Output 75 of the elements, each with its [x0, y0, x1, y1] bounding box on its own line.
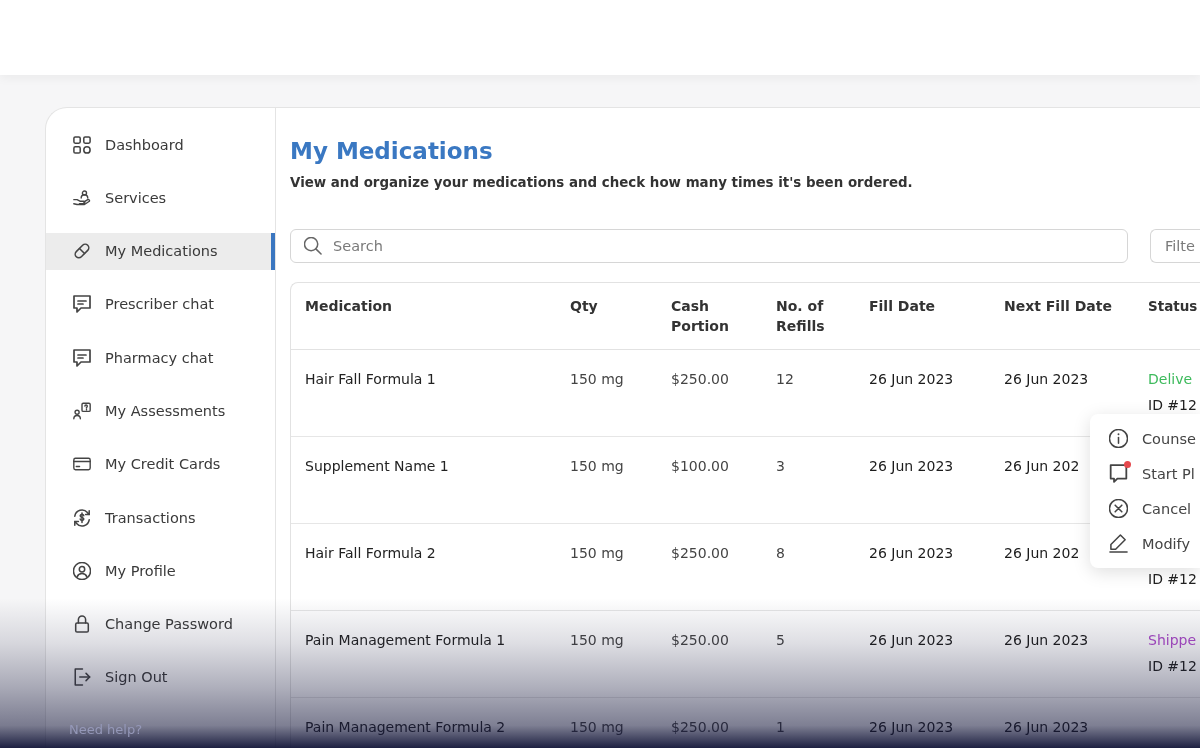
sidebar-item[interactable]: My Profile: [46, 552, 275, 590]
table-cell: Pain Management Formula 2: [305, 719, 506, 735]
table-cell: 26 Jun 2023: [869, 719, 954, 735]
table-cell: 150 mg: [570, 371, 624, 387]
pencil-icon: [1109, 534, 1128, 553]
column-header: Status: [1148, 298, 1198, 314]
table-cell: 26 Jun 2023: [869, 458, 954, 474]
status-label: Delive: [1148, 370, 1193, 389]
sidebar-item[interactable]: Dashboard: [46, 126, 275, 163]
hand-icon: [73, 188, 91, 207]
column-header: Qty: [570, 298, 598, 314]
table-cell: 8: [776, 545, 785, 561]
sidebar-item[interactable]: My Credit Cards: [46, 445, 275, 483]
menu-item[interactable]: Counse: [1090, 421, 1200, 456]
sidebar-item[interactable]: Services: [46, 179, 275, 217]
column-header: Fill Date: [869, 298, 936, 314]
table-cell: $250.00: [671, 545, 729, 561]
table-cell: 26 Jun 2023: [1004, 632, 1089, 648]
lock-icon: [73, 615, 91, 634]
table-cell: $250.00: [671, 632, 729, 648]
order-id: ID #12: [1148, 570, 1197, 588]
dollar-exchange-icon: [73, 508, 91, 527]
menu-item[interactable]: Modify: [1090, 526, 1200, 561]
order-id: ID #12: [1148, 657, 1197, 675]
chat-icon: [1109, 464, 1128, 483]
table-cell: 26 Jun 2023: [869, 545, 954, 561]
table-cell: 26 Jun 202: [1004, 458, 1080, 474]
table-cell: Supplement Name 1: [305, 458, 449, 474]
sidebar-item[interactable]: My Assessments: [46, 392, 275, 430]
table-cell: 26 Jun 2023: [1004, 719, 1089, 735]
table-cell: 26 Jun 2023: [869, 371, 954, 387]
status-label: Shippe: [1148, 631, 1197, 650]
sidebar-item[interactable]: Transactions: [46, 499, 275, 537]
menu-item[interactable]: Start Pl: [1090, 456, 1200, 491]
table-cell: 26 Jun 202: [1004, 545, 1080, 561]
filter-field[interactable]: Filte: [1150, 229, 1200, 263]
table-cell: 150 mg: [570, 719, 624, 735]
user-icon: [73, 561, 91, 580]
column-header: Next Fill Date: [1004, 298, 1112, 314]
chat-icon: [73, 348, 91, 367]
column-header: Medication: [305, 298, 393, 314]
info-icon: [1109, 429, 1128, 448]
person-question-icon: [73, 402, 91, 420]
sidebar-item[interactable]: My Medications: [46, 232, 275, 270]
table-cell: 150 mg: [570, 458, 624, 474]
table-cell: Pain Management Formula 1: [305, 632, 506, 648]
column-header: Cash Portion: [671, 298, 729, 334]
order-id: ID #12: [1148, 396, 1197, 414]
grid-icon: [73, 135, 91, 154]
table-cell: 26 Jun 2023: [869, 632, 954, 648]
column-header: No. of Refills: [776, 298, 825, 334]
table-cell: 1: [776, 719, 785, 735]
logout-icon: [73, 668, 91, 687]
table-cell: 12: [776, 371, 794, 387]
table-cell: 150 mg: [570, 632, 624, 648]
search-icon: [304, 237, 322, 255]
table-cell: 150 mg: [570, 545, 624, 561]
menu-item[interactable]: Cancel: [1090, 491, 1200, 526]
table-cell: $100.00: [671, 458, 729, 474]
table-cell: $250.00: [671, 719, 729, 735]
table-cell: Hair Fall Formula 1: [305, 371, 436, 387]
table-cell: $250.00: [671, 371, 729, 387]
sidebar-item[interactable]: Change Password: [46, 605, 275, 643]
table-cell: Hair Fall Formula 2: [305, 545, 436, 561]
page-subtitle: View and organize your medications and check how many times it's been ordered.: [290, 174, 914, 192]
search-field[interactable]: Search: [290, 229, 1128, 263]
table-cell: 5: [776, 632, 785, 648]
chat-icon: [73, 295, 91, 314]
sidebar-item[interactable]: Prescriber chat: [46, 285, 275, 323]
table-cell: 3: [776, 458, 785, 474]
page-title: My Medications: [290, 137, 494, 166]
pill-icon: [73, 242, 91, 261]
sidebar-item[interactable]: Pharmacy chat: [46, 339, 275, 377]
sidebar-item[interactable]: Sign Out: [46, 658, 275, 696]
table-cell: 26 Jun 2023: [1004, 371, 1089, 387]
